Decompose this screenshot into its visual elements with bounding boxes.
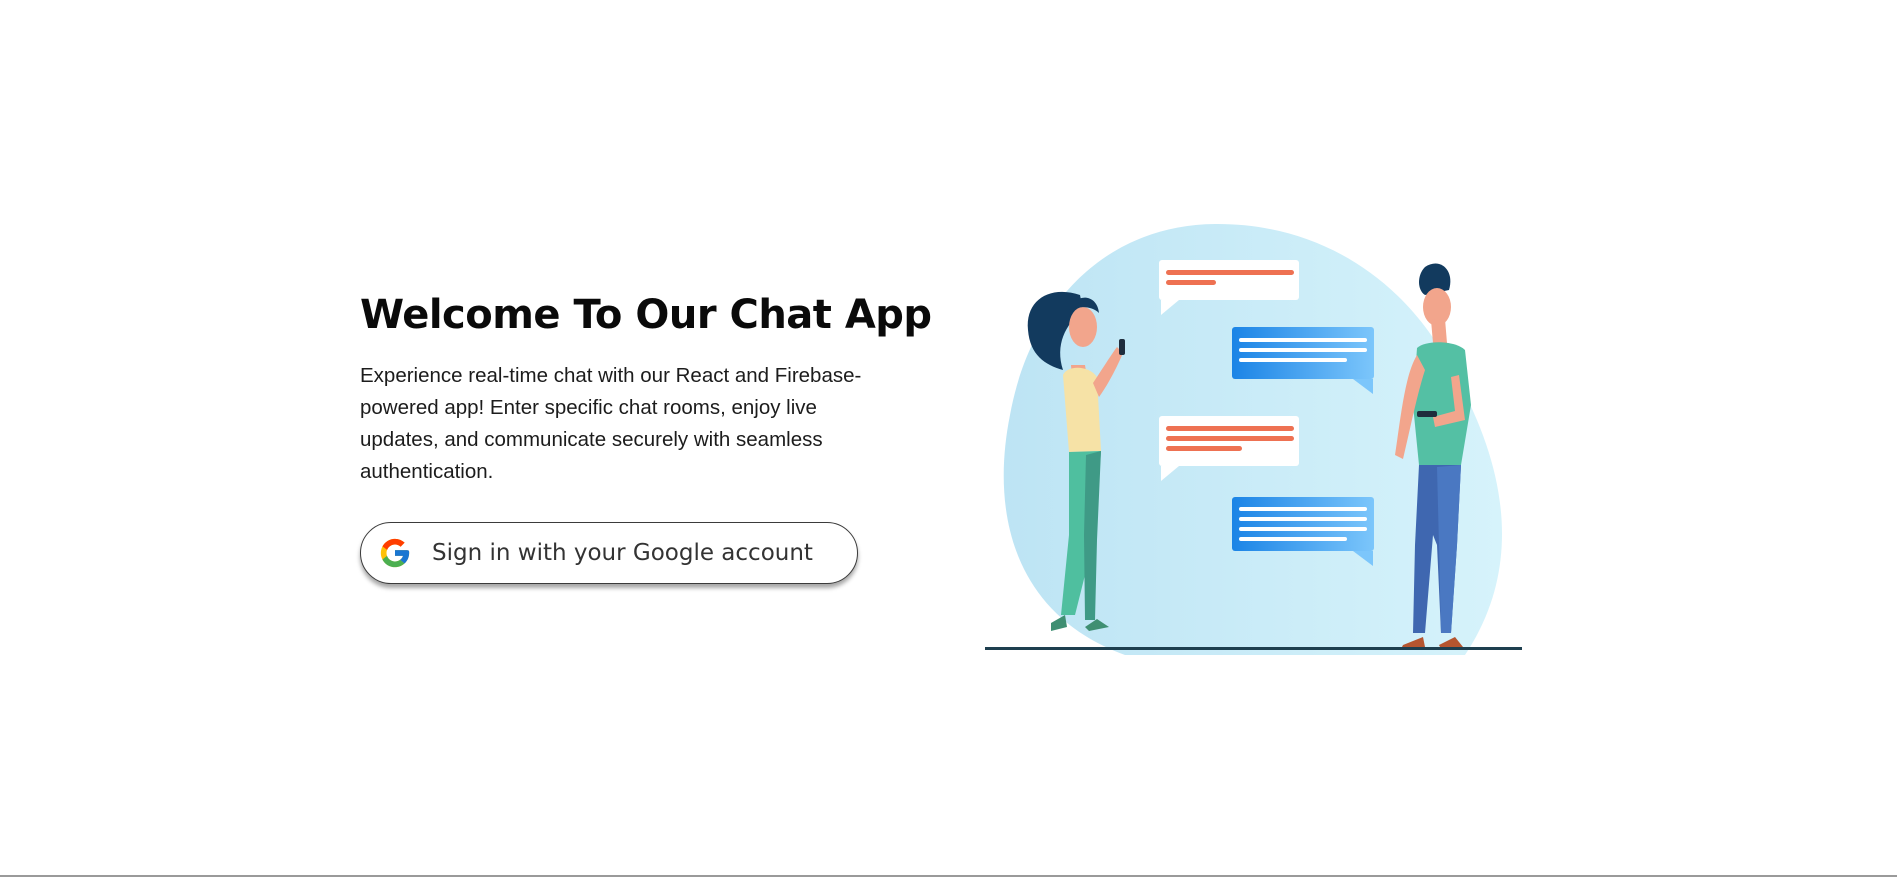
welcome-page: Welcome To Our Chat App Experience real-…	[0, 0, 1897, 877]
page-description: Experience real-time chat with our React…	[360, 364, 862, 483]
hero-text: Welcome To Our Chat App Experience real-…	[360, 292, 932, 488]
ground-line	[985, 647, 1522, 650]
google-sign-in-label: Sign in with your Google account	[432, 540, 813, 566]
google-icon	[378, 536, 412, 570]
page-title: Welcome To Our Chat App	[360, 292, 932, 338]
google-sign-in-button[interactable]: Sign in with your Google account	[360, 522, 858, 584]
chat-illustration	[985, 223, 1522, 655]
